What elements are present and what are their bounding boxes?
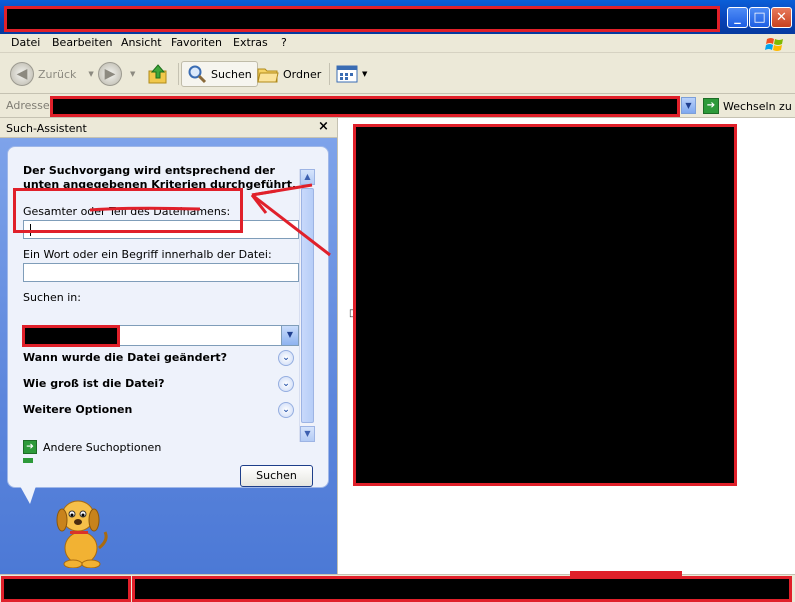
menu-bar: Datei Bearbeiten Ansicht Favoriten Extra… — [0, 34, 795, 53]
window-title-redacted — [4, 6, 720, 32]
close-button[interactable]: ✕ — [771, 7, 792, 28]
back-label: Zurück — [38, 67, 77, 81]
panel-close-icon[interactable]: × — [318, 119, 329, 134]
menu-ansicht[interactable]: Ansicht — [121, 36, 162, 49]
folder-up-icon — [148, 64, 167, 84]
toolbar: ◀ Zurück ▼ ▶ ▼ Suchen Ordner ▼ — [0, 53, 795, 94]
scroll-down-icon[interactable]: ▼ — [300, 426, 315, 442]
views-icon — [336, 65, 358, 83]
scroll-up-icon[interactable]: ▲ — [300, 169, 315, 185]
expander-size-label[interactable]: Wie groß ist die Datei? — [23, 377, 165, 390]
double-chevron-down-icon[interactable]: ⌄ — [278, 376, 294, 392]
criteria-heading: Der Suchvorgang wird entsprechend der un… — [23, 164, 297, 191]
content-search-input[interactable] — [23, 263, 299, 282]
panel-header: Such-Assistent × — [0, 118, 337, 138]
speech-bubble-tail — [20, 486, 36, 504]
search-toolbar-label: Suchen — [211, 67, 252, 81]
title-bar: _ □ ✕ — [0, 0, 795, 34]
menu-datei[interactable]: Datei — [11, 36, 40, 49]
double-chevron-down-icon[interactable]: ⌄ — [278, 402, 294, 418]
status-highlight-bar — [570, 571, 682, 576]
folders-icon — [257, 68, 279, 83]
double-chevron-down-icon[interactable]: ⌄ — [278, 350, 294, 366]
minimize-button[interactable]: _ — [727, 7, 748, 28]
filename-label: Gesamter oder Teil des Dateinamens: — [23, 205, 231, 218]
other-search-options-link[interactable]: ➔ Andere Suchoptionen — [23, 440, 161, 454]
look-in-value-redacted — [22, 325, 120, 347]
up-button[interactable] — [147, 61, 169, 87]
look-in-label: Suchen in: — [23, 291, 81, 304]
status-bar — [0, 571, 795, 602]
chevron-down-icon[interactable]: ▼ — [281, 326, 298, 345]
address-input-redacted[interactable] — [50, 96, 680, 117]
search-button[interactable]: Suchen — [240, 465, 313, 487]
menu-help[interactable]: ? — [281, 36, 287, 49]
scroll-thumb[interactable] — [301, 188, 314, 423]
go-label: Wechseln zu — [723, 99, 792, 113]
windows-logo-icon — [765, 38, 783, 51]
folders-label: Ordner — [283, 67, 322, 81]
address-bar: Adresse ▼ ➔ Wechseln zu — [0, 94, 795, 118]
go-arrow-icon: ➔ — [703, 98, 719, 114]
content-search-label: Ein Wort oder ein Begriff innerhalb der … — [23, 248, 272, 261]
panel-scrollbar[interactable]: ▲ ▼ — [299, 169, 315, 442]
look-in-select[interactable]: ▼ — [22, 325, 299, 347]
back-button[interactable]: ◀ Zurück ▼ — [10, 61, 94, 87]
address-label: Adresse — [6, 99, 50, 112]
results-redacted — [353, 124, 737, 486]
views-dropdown-icon[interactable]: ▼ — [362, 70, 367, 78]
address-dropdown-icon[interactable]: ▼ — [681, 97, 696, 114]
menu-extras[interactable]: Extras — [233, 36, 268, 49]
other-search-options-label: Andere Suchoptionen — [43, 440, 162, 454]
search-criteria-card: Der Suchvorgang wird entsprechend der un… — [7, 146, 329, 488]
panel-title: Such-Assistent — [6, 122, 87, 135]
expander-more-label[interactable]: Weitere Optionen — [23, 403, 132, 416]
go-button[interactable]: ➔ Wechseln zu — [703, 98, 792, 114]
folders-button[interactable]: Ordner — [257, 61, 321, 87]
filename-input[interactable] — [23, 220, 299, 239]
menu-favoriten[interactable]: Favoriten — [171, 36, 222, 49]
status-main-redacted — [132, 576, 792, 602]
status-left-redacted — [1, 576, 131, 602]
results-pane: ▯ — [337, 118, 795, 574]
back-dropdown-icon[interactable]: ▼ — [88, 70, 93, 78]
green-arrow-icon: ➔ — [23, 440, 37, 454]
expander-date-label[interactable]: Wann wurde die Datei geändert? — [23, 351, 227, 364]
toolbar-separator — [329, 63, 330, 85]
menu-bearbeiten[interactable]: Bearbeiten — [52, 36, 112, 49]
search-toolbar-button[interactable]: Suchen — [181, 61, 258, 87]
forward-dropdown-icon[interactable]: ▼ — [130, 70, 135, 78]
views-button[interactable]: ▼ — [336, 61, 367, 87]
search-dog-icon[interactable] — [45, 496, 115, 568]
partial-option-icon — [23, 458, 33, 463]
toolbar-separator — [178, 63, 179, 85]
text-caret — [30, 224, 31, 236]
search-icon — [188, 65, 207, 84]
back-arrow-icon: ◀ — [10, 62, 34, 86]
maximize-button[interactable]: □ — [749, 7, 770, 28]
forward-arrow-icon: ▶ — [98, 62, 122, 86]
forward-button[interactable]: ▶ ▼ — [98, 61, 135, 87]
